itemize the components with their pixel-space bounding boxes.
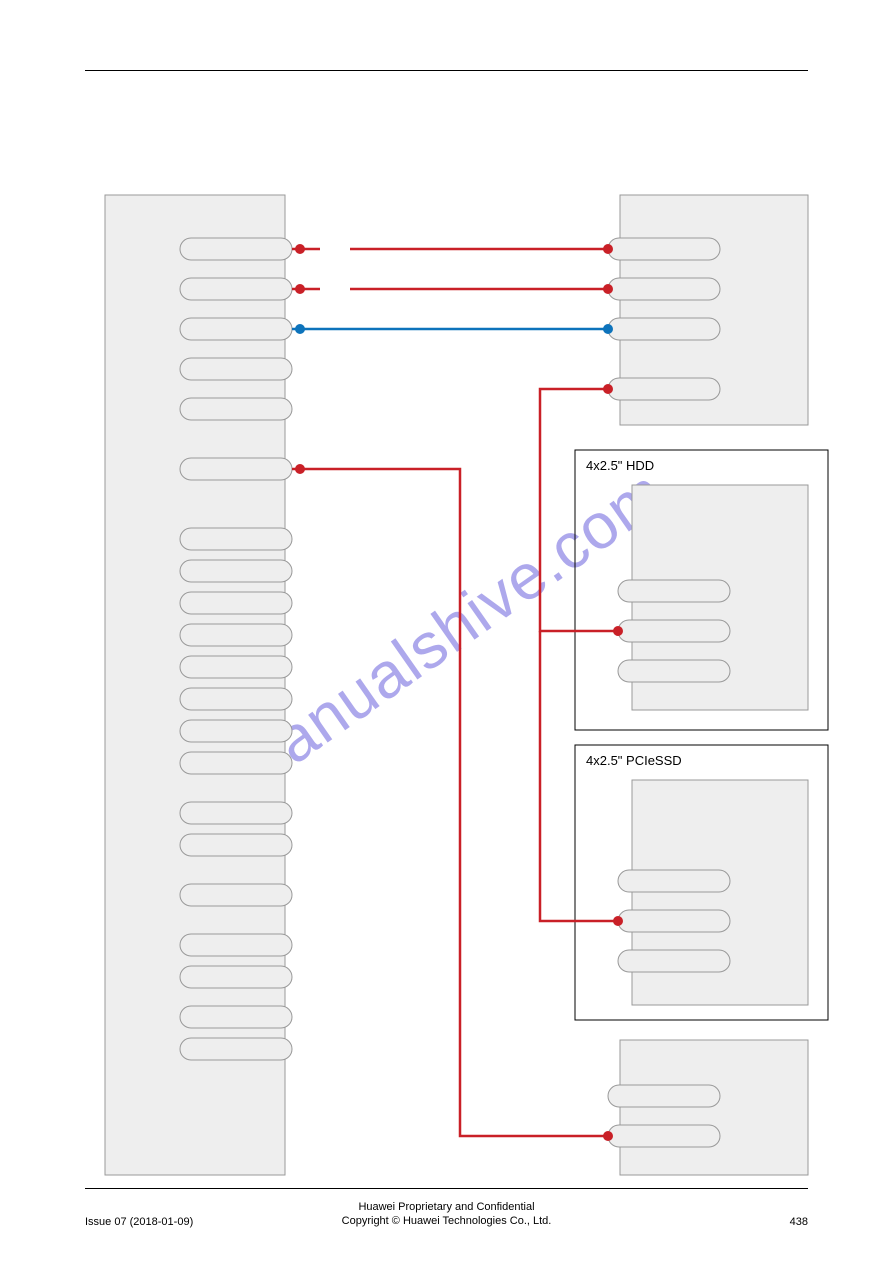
diagram [0,0,893,1263]
page: Issue 07 (2018-01-09) Huawei Proprietary… [0,0,893,1263]
group-hdd-label: 4x2.5" HDD [586,458,654,473]
group-pcie-label: 4x2.5" PCIeSSD [586,753,682,768]
